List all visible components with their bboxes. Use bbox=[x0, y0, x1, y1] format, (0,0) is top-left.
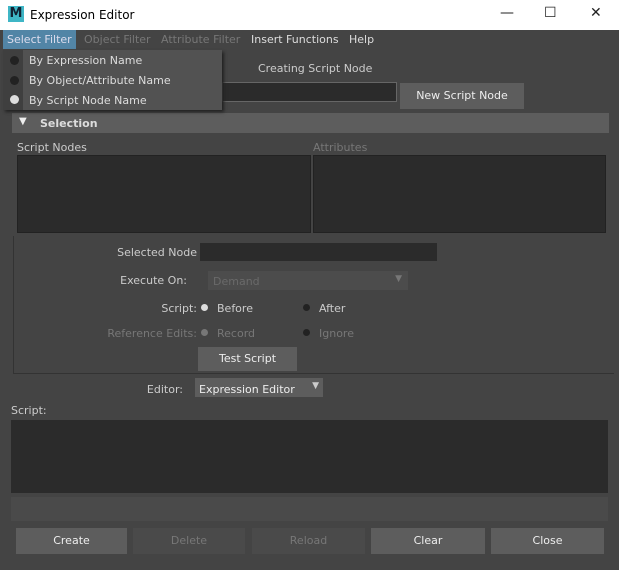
radio-selected-icon bbox=[10, 95, 19, 104]
create-button[interactable]: Create bbox=[16, 528, 127, 554]
test-script-button[interactable]: Test Script bbox=[198, 347, 297, 371]
close-button[interactable]: Close bbox=[491, 528, 604, 554]
window-title: Expression Editor bbox=[30, 8, 135, 22]
script-nodes-label: Script Nodes bbox=[17, 141, 87, 154]
script-textarea[interactable] bbox=[11, 420, 608, 493]
menu-item-by-object-attribute-name[interactable]: By Object/Attribute Name bbox=[29, 74, 171, 87]
ignore-label: Ignore bbox=[319, 327, 354, 340]
before-label: Before bbox=[217, 302, 253, 315]
selected-node-field[interactable] bbox=[200, 243, 437, 261]
selection-section-header[interactable]: ▼ Selection bbox=[12, 113, 609, 133]
mode-label: Creating Script Node bbox=[258, 62, 373, 75]
collapse-triangle-icon: ▼ bbox=[19, 116, 27, 127]
after-label: After bbox=[319, 302, 346, 315]
selected-node-label: Selected Node bbox=[117, 246, 197, 259]
section-title: Selection bbox=[40, 117, 98, 130]
maximize-button[interactable]: ☐ bbox=[544, 5, 557, 21]
maya-logo-icon: M bbox=[8, 6, 24, 22]
menu-attribute-filter[interactable]: Attribute Filter bbox=[161, 33, 240, 46]
menu-insert-functions[interactable]: Insert Functions bbox=[251, 33, 339, 46]
chevron-down-icon: ▼ bbox=[395, 274, 402, 284]
close-window-button[interactable]: ✕ bbox=[590, 5, 602, 21]
reference-edits-label: Reference Edits: bbox=[107, 327, 197, 340]
before-radio[interactable] bbox=[201, 304, 208, 311]
name-input[interactable] bbox=[222, 82, 397, 102]
menu-object-filter[interactable]: Object Filter bbox=[84, 33, 151, 46]
script-nodes-list[interactable] bbox=[17, 155, 311, 233]
menu-item-by-script-node-name[interactable]: By Script Node Name bbox=[29, 94, 147, 107]
clear-button[interactable]: Clear bbox=[371, 528, 485, 554]
after-radio[interactable] bbox=[303, 304, 310, 311]
title-bar: M Expression Editor — ☐ ✕ bbox=[0, 0, 619, 30]
editor-value: Expression Editor bbox=[199, 383, 295, 396]
radio-icon bbox=[10, 76, 19, 85]
chevron-down-icon: ▼ bbox=[312, 381, 319, 391]
menu-item-by-expression-name[interactable]: By Expression Name bbox=[29, 54, 142, 67]
script-label: Script: bbox=[161, 302, 197, 315]
editor-dropdown[interactable]: Expression Editor ▼ bbox=[195, 378, 323, 397]
radio-icon bbox=[10, 56, 19, 65]
status-line bbox=[11, 497, 608, 521]
new-script-node-button[interactable]: New Script Node bbox=[400, 83, 524, 109]
execute-on-label: Execute On: bbox=[120, 274, 187, 287]
execute-on-dropdown[interactable]: Demand ▼ bbox=[208, 271, 408, 290]
minimize-button[interactable]: — bbox=[500, 5, 514, 21]
menu-select-filter[interactable]: Select Filter bbox=[3, 30, 76, 49]
menu-help[interactable]: Help bbox=[349, 33, 374, 46]
delete-button[interactable]: Delete bbox=[133, 528, 245, 554]
record-radio[interactable] bbox=[201, 329, 208, 336]
reload-button[interactable]: Reload bbox=[252, 528, 365, 554]
attributes-list[interactable] bbox=[313, 155, 606, 233]
menu-bar: Select Filter Object Filter Attribute Fi… bbox=[0, 30, 619, 50]
attributes-label: Attributes bbox=[313, 141, 368, 154]
ignore-radio[interactable] bbox=[303, 329, 310, 336]
select-filter-dropdown: By Expression Name By Object/Attribute N… bbox=[3, 50, 222, 110]
script-area-label: Script: bbox=[11, 404, 47, 417]
record-label: Record bbox=[217, 327, 256, 340]
execute-on-value: Demand bbox=[213, 275, 260, 288]
editor-label: Editor: bbox=[146, 383, 183, 396]
